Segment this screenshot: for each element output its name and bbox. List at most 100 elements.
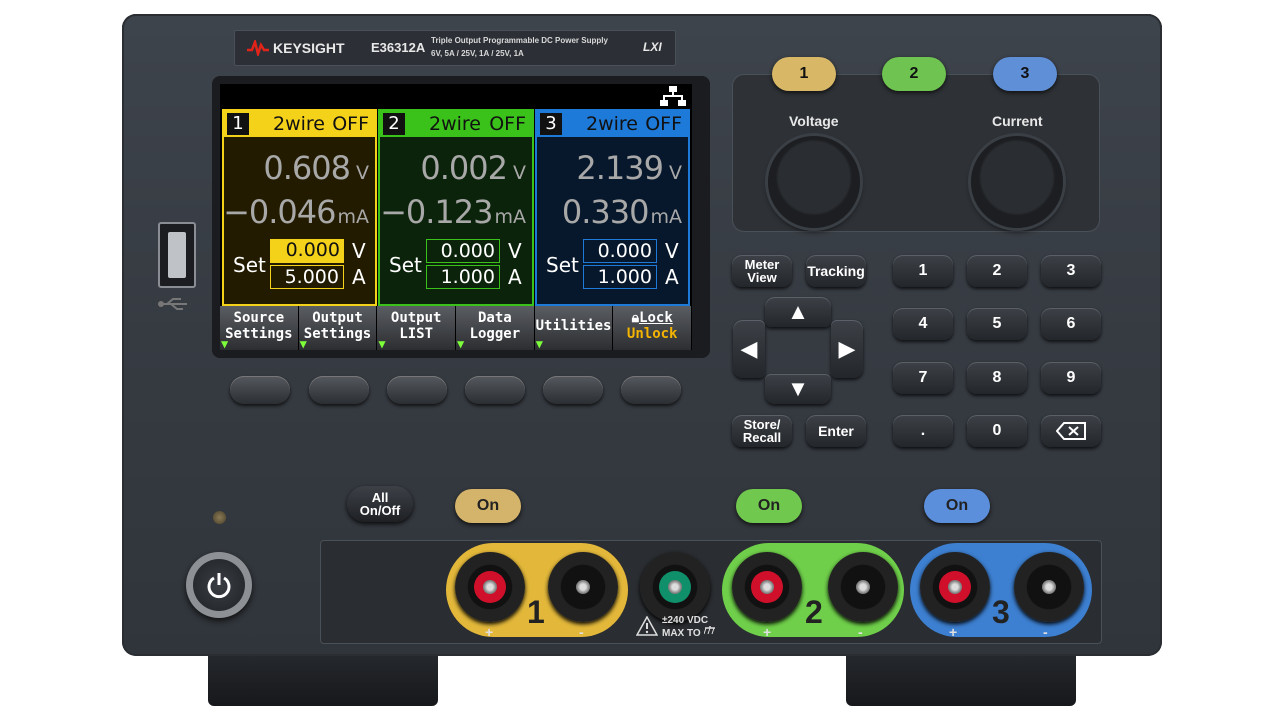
channel-2-minus-label: - xyxy=(858,624,863,640)
channel-3-state: OFF xyxy=(645,113,682,135)
channel-2-set-voltage[interactable]: 0.000 xyxy=(426,239,500,263)
channel-1-set-label: Set xyxy=(233,253,266,277)
channel-3-on-button[interactable]: On xyxy=(924,489,990,523)
arrow-left-button[interactable]: ◀ xyxy=(733,320,765,378)
keypad-decimal[interactable]: . xyxy=(893,415,953,447)
keypad-8[interactable]: 8 xyxy=(967,362,1027,394)
arrow-right-icon: ▶ xyxy=(838,336,856,361)
warning-line1: ±240 VDC xyxy=(662,615,709,626)
all-on-off-line2: On/Off xyxy=(359,503,401,518)
channel-2-current-value: −0.123 xyxy=(380,193,493,231)
channel-1-panel: 1 2wire OFF 0.608 V −0.046 mA Set 0.000 V … xyxy=(222,109,377,306)
keypad-7[interactable]: 7 xyxy=(893,362,953,394)
channel-2-on-button[interactable]: On xyxy=(736,489,802,523)
current-knob[interactable] xyxy=(971,136,1063,228)
channel-2-voltage-value: 0.002 xyxy=(420,149,508,187)
softkey-source-settings[interactable]: Source Settings ▼ xyxy=(220,306,299,350)
channel-1-on-button[interactable]: On xyxy=(455,489,521,523)
arrow-up-button[interactable]: ▲ xyxy=(765,297,831,327)
softkey-lock-unlock[interactable]: 🔒︎Lock Unlock xyxy=(613,306,693,350)
meter-view-line2: View xyxy=(747,270,777,285)
all-on-off-button[interactable]: All On/Off xyxy=(347,486,413,522)
usb-icon xyxy=(158,298,187,310)
channel-2-set-current-unit: A xyxy=(508,265,522,289)
power-button[interactable] xyxy=(186,552,252,618)
channel-2-positive-terminal[interactable] xyxy=(732,552,802,622)
keypad-9[interactable]: 9 xyxy=(1041,362,1101,394)
channel-1-select-button[interactable]: 1 xyxy=(772,57,836,91)
usb-port[interactable] xyxy=(158,222,196,288)
lan-connected-icon xyxy=(660,86,686,106)
arrow-left-icon: ◀ xyxy=(740,336,758,361)
softkey-3-line1: Output xyxy=(390,310,442,326)
model-number: E36312A xyxy=(371,40,426,55)
backspace-button[interactable] xyxy=(1041,415,1101,447)
terminal-number-2: 2 xyxy=(805,594,823,630)
channel-1-negative-terminal[interactable] xyxy=(548,552,618,622)
softkey-output-list[interactable]: Output LIST ▼ xyxy=(377,306,457,351)
submenu-arrow-icon: ▼ xyxy=(299,337,307,351)
channel-3-positive-terminal[interactable] xyxy=(920,552,990,622)
channel-1-current-unit: mA xyxy=(337,206,369,228)
channel-1-set-voltage[interactable]: 0.000 xyxy=(270,239,344,263)
softkey-utilities[interactable]: Utilities ▼ xyxy=(534,306,614,351)
softkey-data-logger[interactable]: Data Logger ▼ xyxy=(456,306,535,350)
enter-button[interactable]: Enter xyxy=(806,415,866,447)
softkey-5-line1: Utilities xyxy=(535,318,612,334)
channel-1-positive-terminal[interactable] xyxy=(455,552,525,622)
channel-1-set-current[interactable]: 5.000 xyxy=(270,265,344,289)
channel-2-select-button[interactable]: 2 xyxy=(882,57,946,91)
brand-logo-text: KEYSIGHT xyxy=(273,40,345,56)
softkey-button-3[interactable] xyxy=(387,376,447,404)
softkey-button-6[interactable] xyxy=(621,376,681,404)
keypad-0[interactable]: 0 xyxy=(967,415,1027,447)
keypad-2[interactable]: 2 xyxy=(967,255,1027,287)
softkey-6-line1: Lock xyxy=(639,310,673,326)
keypad-3[interactable]: 3 xyxy=(1041,255,1101,287)
channel-3-select-button[interactable]: 3 xyxy=(993,57,1057,91)
softkey-output-settings[interactable]: Output Settings ▼ xyxy=(298,306,378,351)
softkey-2-line2: Settings xyxy=(303,326,372,342)
channel-1-set-voltage-unit: V xyxy=(352,239,366,263)
softkey-button-2[interactable] xyxy=(309,376,369,404)
keypad-6[interactable]: 6 xyxy=(1041,308,1101,340)
meter-view-button[interactable]: Meter View xyxy=(732,255,792,287)
channel-3-current-value: 0.330 xyxy=(561,193,650,231)
channel-1-state: OFF xyxy=(332,113,369,135)
tracking-button[interactable]: Tracking xyxy=(806,255,866,287)
store-recall-line2: Recall xyxy=(742,430,782,445)
description-line1: Triple Output Programmable DC Power Supp… xyxy=(431,36,608,45)
softkey-button-4[interactable] xyxy=(465,376,525,404)
channel-3-set-voltage-unit: V xyxy=(665,239,679,263)
terminal-number-3: 3 xyxy=(992,594,1010,630)
softkey-button-5[interactable] xyxy=(543,376,603,404)
keypad-1[interactable]: 1 xyxy=(893,255,953,287)
channel-3-set-voltage[interactable]: 0.000 xyxy=(583,239,657,263)
channel-2-voltage-unit: V xyxy=(513,162,526,184)
channel-2-header: 2 2wire OFF xyxy=(380,111,532,137)
channel-2-current-reading: −0.123 mA xyxy=(380,193,526,231)
voltage-knob[interactable] xyxy=(768,136,860,228)
channel-1-minus-label: - xyxy=(579,624,584,640)
channel-2-negative-terminal[interactable] xyxy=(828,552,898,622)
keypad-5[interactable]: 5 xyxy=(967,308,1027,340)
channel-1-number: 1 xyxy=(227,113,249,135)
channel-2-panel: 2 2wire OFF 0.002 V −0.123 mA Set 0.000 V … xyxy=(378,109,534,306)
chassis-ground-terminal[interactable] xyxy=(640,552,710,622)
softkey-4-line1: Data xyxy=(477,310,512,326)
store-recall-button[interactable]: Store/Recall xyxy=(732,415,792,447)
keypad-4[interactable]: 4 xyxy=(893,308,953,340)
channel-3-set-current[interactable]: 1.000 xyxy=(583,265,657,289)
channel-2-set-current[interactable]: 1.000 xyxy=(426,265,500,289)
submenu-arrow-icon: ▼ xyxy=(378,337,386,351)
softkey-button-1[interactable] xyxy=(230,376,290,404)
submenu-arrow-icon: ▼ xyxy=(535,337,543,351)
channel-2-mode: 2wire xyxy=(429,113,481,135)
channel-3-plus-label: + xyxy=(949,624,958,640)
channel-3-set-label: Set xyxy=(546,253,579,277)
arrow-down-button[interactable]: ▼ xyxy=(765,374,831,404)
arrow-right-button[interactable]: ▶ xyxy=(831,320,863,378)
channel-3-negative-terminal[interactable] xyxy=(1014,552,1084,622)
channel-1-voltage-unit: V xyxy=(356,162,369,184)
softkey-1-line1: Source xyxy=(233,310,285,326)
